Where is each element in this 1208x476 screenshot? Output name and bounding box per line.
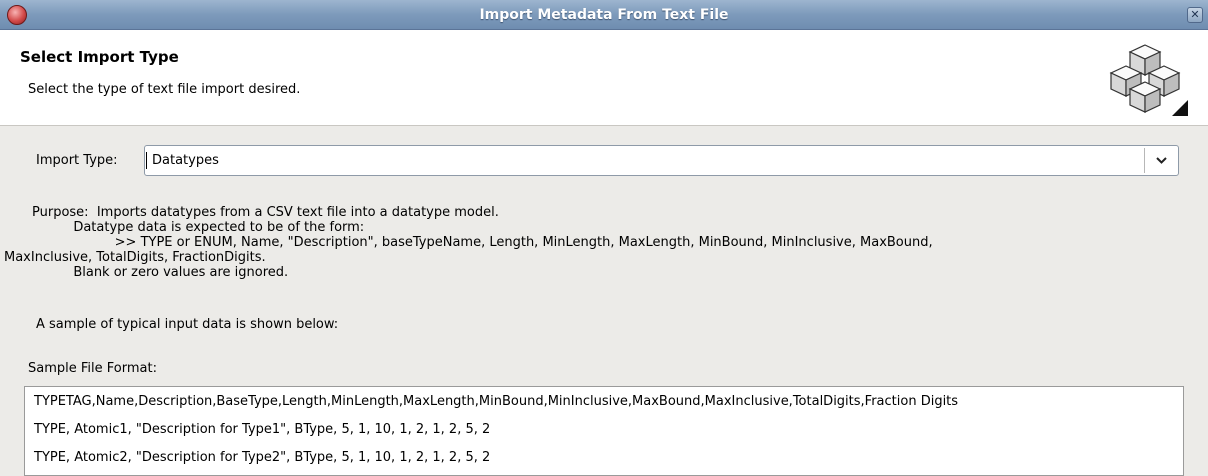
purpose-line: MaxInclusive, TotalDigits, FractionDigit… xyxy=(4,250,266,265)
purpose-line: Purpose: Imports datatypes from a CSV te… xyxy=(32,205,499,220)
page-description: Select the type of text file import desi… xyxy=(28,82,301,97)
window-title: Import Metadata From Text File xyxy=(479,7,729,23)
sample-note: A sample of typical input data is shown … xyxy=(36,317,339,332)
purpose-line: Datatype data is expected to be of the f… xyxy=(32,220,365,235)
sample-text-area[interactable]: TYPETAG,Name,Description,BaseType,Length… xyxy=(24,386,1184,476)
import-type-combobox[interactable]: Datatypes xyxy=(144,145,1179,176)
purpose-line: Blank or zero values are ignored. xyxy=(32,265,289,280)
close-button[interactable]: ✕ xyxy=(1187,7,1203,23)
sample-line: TYPE, Atomic2, "Description for Type2", … xyxy=(34,450,491,465)
purpose-line: >> TYPE or ENUM, Name, "Description", ba… xyxy=(32,235,933,250)
sample-format-label: Sample File Format: xyxy=(28,361,157,376)
window-titlebar[interactable]: Import Metadata From Text File ✕ xyxy=(0,0,1208,30)
wizard-banner: Select Import Type Select the type of te… xyxy=(0,30,1208,126)
page-title: Select Import Type xyxy=(20,48,179,66)
dropdown-button[interactable] xyxy=(1145,146,1178,175)
import-type-label: Import Type: xyxy=(36,153,118,168)
close-icon: ✕ xyxy=(1190,8,1200,21)
sample-line: TYPE, Atomic1, "Description for Type1", … xyxy=(34,422,491,437)
purpose-text: Purpose: Imports datatypes from a CSV te… xyxy=(4,205,1182,280)
text-caret xyxy=(146,152,147,169)
import-cubes-icon xyxy=(1109,44,1188,116)
import-type-value[interactable]: Datatypes xyxy=(152,146,219,175)
chevron-down-icon xyxy=(1156,157,1167,164)
sample-line: TYPETAG,Name,Description,BaseType,Length… xyxy=(34,394,959,409)
